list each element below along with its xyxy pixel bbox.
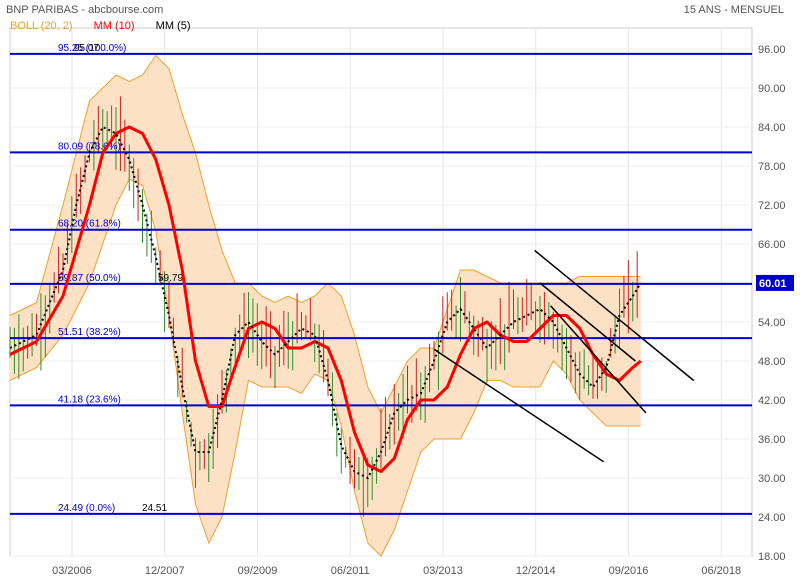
fib-label: 24.49 (0.0%)	[58, 503, 115, 514]
chart-svg: 03/2006 12/2007 09/2009 06/2011 03/2013 12/20…	[9, 27, 794, 577]
y-tick-label: 96.00	[758, 44, 786, 56]
fib-label: 51.51 (38.2%)	[58, 327, 121, 338]
x-tick-label: 09/2016	[609, 565, 649, 577]
fib-extra-label: 59.79	[158, 273, 183, 284]
y-tick-label: 66.00	[758, 239, 786, 251]
legend-mm5: MM (5)	[155, 20, 191, 32]
y-tick-label: 78.00	[758, 161, 786, 173]
x-tick-label: 12/2007	[145, 565, 185, 577]
last-price-label: 60.01	[759, 278, 787, 290]
fib-extra-label: 24.51	[142, 503, 167, 514]
y-tick-label: 54.00	[758, 317, 786, 329]
chart-title: BNP PARIBAS - abcbourse.com	[6, 4, 164, 16]
x-tick-label: 12/2014	[516, 565, 556, 577]
x-tick-label: 06/2018	[701, 565, 741, 577]
chart: 03/2006 12/2007 09/2009 06/2011 03/2013 12/20…	[0, 0, 800, 580]
y-tick-label: 84.00	[758, 122, 786, 134]
y-tick-label: 42.00	[758, 395, 786, 407]
legend: BOLL (20, 2) MM (10) MM (5)	[4, 20, 190, 32]
x-tick-label: 09/2009	[238, 565, 278, 577]
y-tick-label: 48.00	[758, 356, 786, 368]
fib-extra-label: 95.07	[74, 43, 99, 54]
x-tick-label: 03/2013	[423, 565, 463, 577]
fib-label: 68.20 (61.8%)	[58, 219, 121, 230]
y-tick-label: 24.00	[758, 512, 786, 524]
y-tick-label: 18.00	[758, 551, 786, 563]
y-tick-label: 72.00	[758, 200, 786, 212]
y-tick-label: 36.00	[758, 434, 786, 446]
x-tick-label: 03/2006	[52, 565, 92, 577]
y-tick-label: 30.00	[758, 473, 786, 485]
fib-label: 80.09 (78.6%)	[58, 141, 121, 152]
x-tick-label: 06/2011	[331, 565, 370, 577]
y-tick-label: 90.00	[758, 83, 786, 95]
legend-mm10: MM (10)	[93, 20, 135, 32]
fib-label: 41.18 (23.6%)	[58, 394, 121, 405]
timeframe-label: 15 ANS - MENSUEL	[683, 4, 784, 16]
legend-boll: BOLL (20, 2)	[10, 20, 73, 32]
